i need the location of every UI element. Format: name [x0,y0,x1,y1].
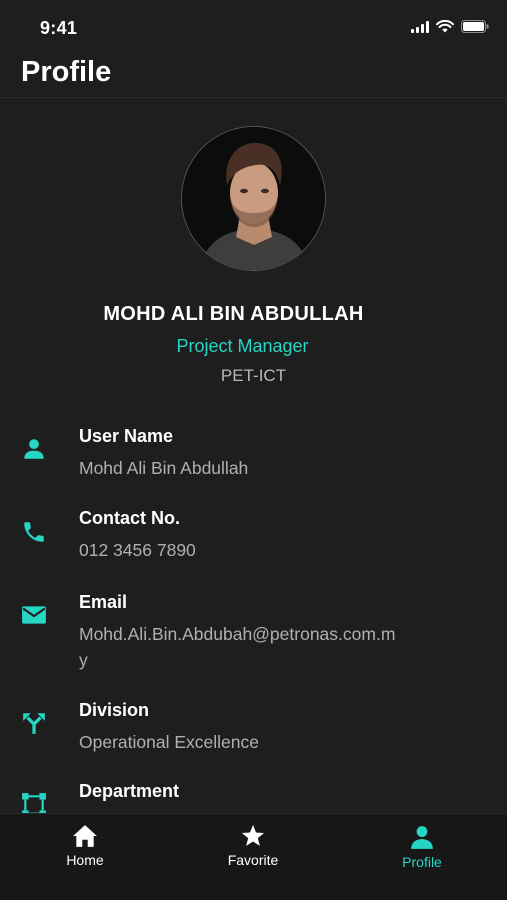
detail-label: User Name [79,426,174,446]
phone-icon [24,522,44,542]
tab-label: Home [66,852,104,868]
person-icon [411,826,433,849]
detail-value: Mohd Ali Bin Abdullah [79,458,249,478]
avatar [181,126,326,271]
status-bar: 9:41 [0,0,507,52]
tab-label: Favorite [227,852,279,868]
status-icons [411,20,489,33]
battery-icon [461,20,489,33]
detail-label: Email [79,592,128,612]
profile-name: MOHD ALI BIN ABDULLAH [103,303,364,325]
profile-role: Project Manager [176,336,309,356]
page-title: Profile [21,56,112,88]
detail-label: Contact No. [79,508,180,528]
detail-label: Department [79,781,180,801]
merge-arrows-icon [23,713,45,734]
detail-label: Division [79,700,150,720]
detail-value: 012 3456 7890 [79,540,196,560]
wifi-icon [436,20,454,33]
person-icon [24,439,44,459]
detail-value: Operational Excellence [79,732,259,752]
tab-label: Profile [402,854,442,870]
tab-bar: Home Favorite Profile [0,813,507,900]
home-icon [73,825,97,847]
tab-profile[interactable]: Profile [362,824,482,870]
cellular-signal-icon [411,20,429,33]
profile-organization: PET-ICT [220,366,287,385]
tab-home[interactable]: Home [25,824,145,868]
status-time: 9:41 [40,18,78,38]
mail-icon [22,606,46,624]
header: Profile [0,52,507,98]
detail-value[interactable]: Mohd.Ali.Bin.Abdubah@petronas.com.my [79,621,399,673]
star-icon [241,825,265,846]
tab-favorite[interactable]: Favorite [193,824,313,868]
